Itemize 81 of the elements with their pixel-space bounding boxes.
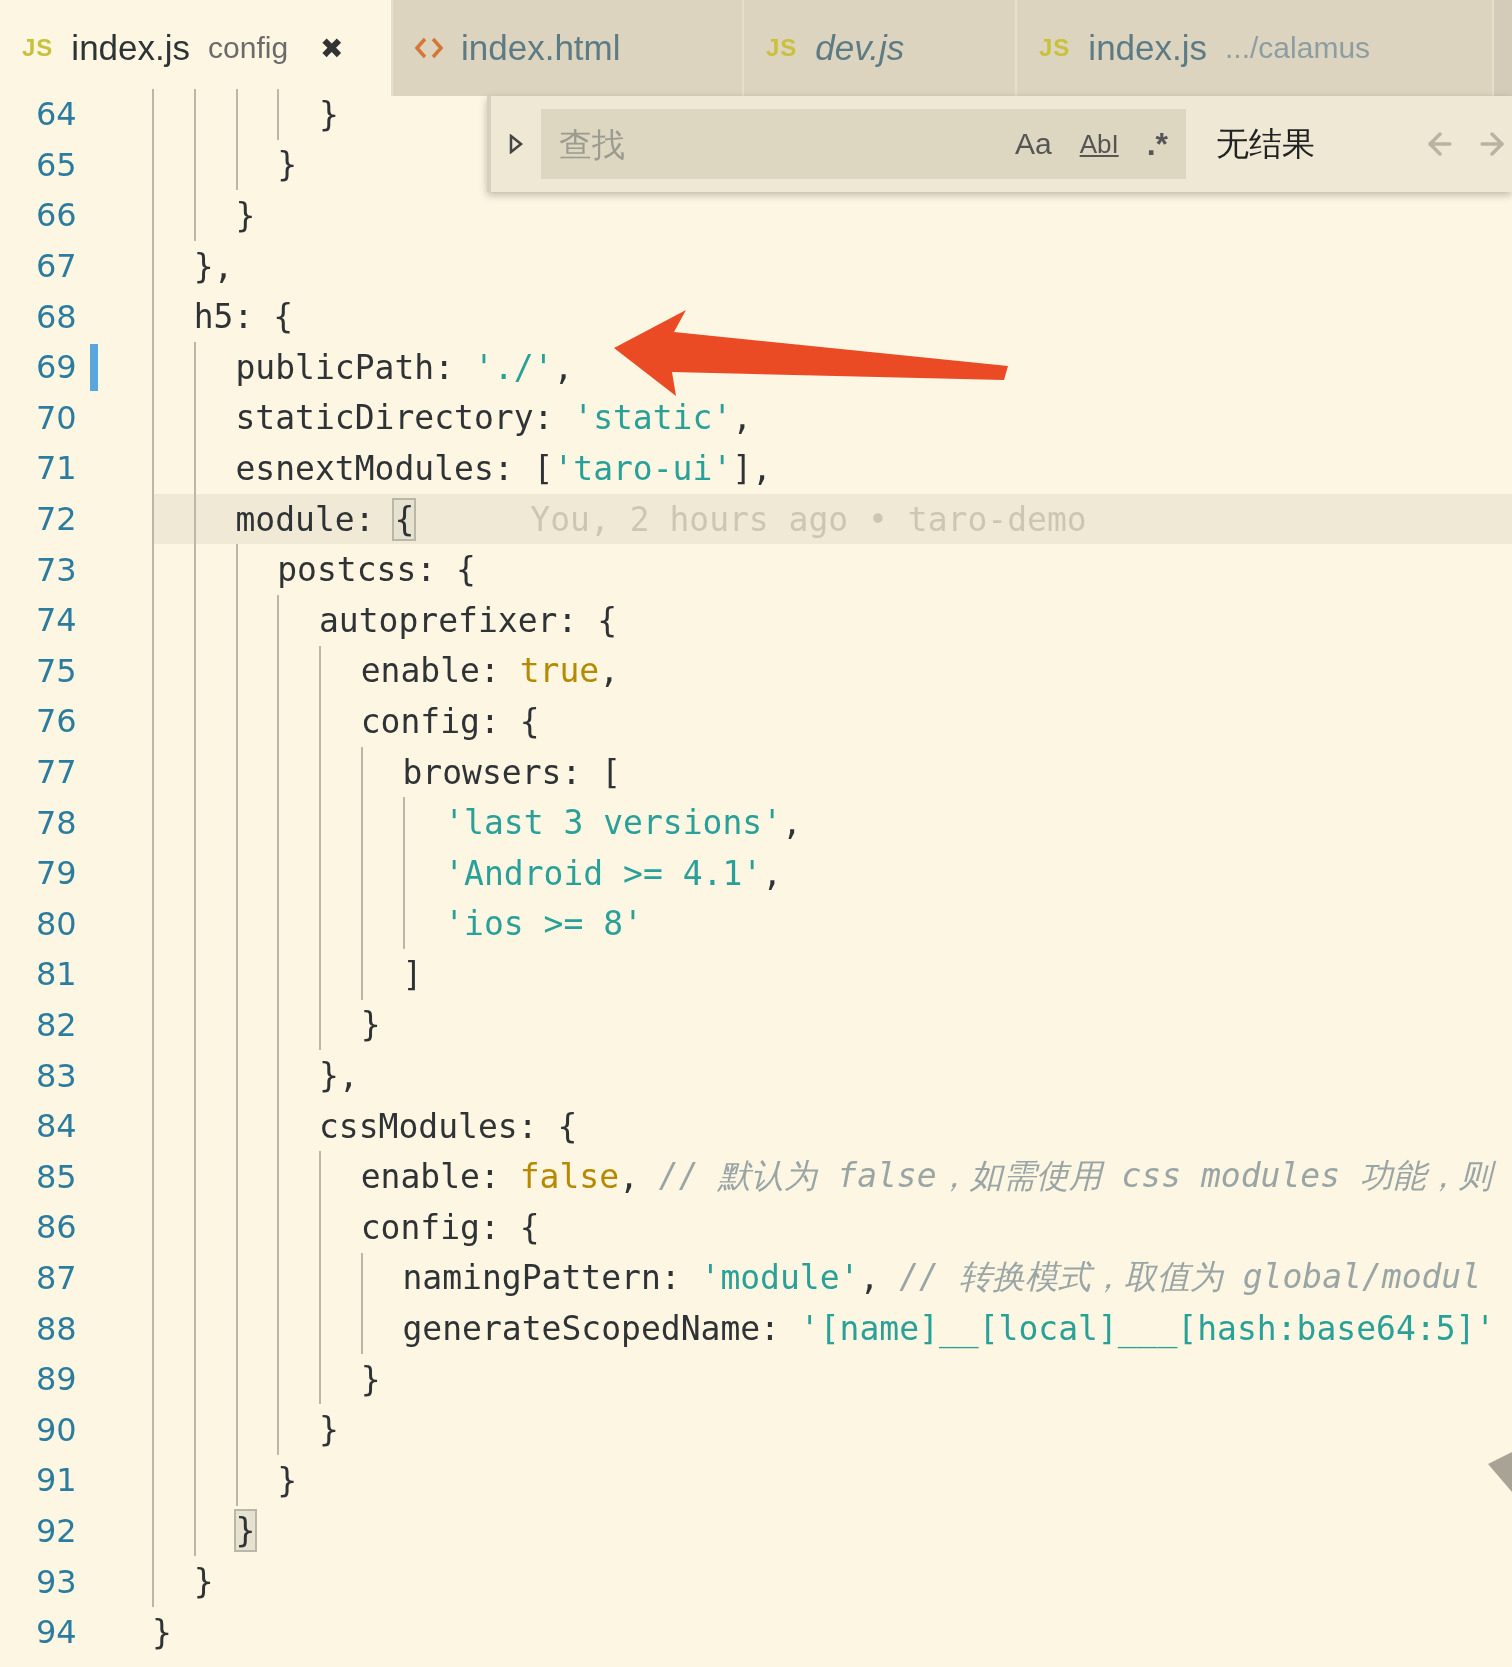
tab-description: config [208,31,289,65]
code-line: h5: { [152,291,294,342]
line-number: 64 [36,95,77,134]
js-file-icon: JS [1039,34,1071,62]
code-line: 'ios >= 8' [152,898,643,950]
close-button[interactable]: ✖ [320,31,344,65]
search-option-toggle[interactable]: AbI [1073,124,1125,164]
line-number: 88 [36,1309,77,1348]
line-number: 78 [36,803,77,842]
line-number: 79 [36,854,77,893]
search-option-toggle[interactable]: .* [1140,121,1174,167]
code-line: config: { [152,696,540,747]
line-number: 66 [36,196,77,235]
code-line: }, [152,1050,359,1101]
code-line: } [152,139,298,191]
code-line: generateScopedName: '[name]__[local]___[hash:base64:5]' [152,1303,1496,1354]
code-line: } [152,1404,339,1456]
code-line: enable: true, [152,645,620,697]
editor-tab[interactable]: JS dev.js [744,0,1017,96]
editor-tab[interactable]: index.html [393,0,744,96]
code-line: }, [152,240,234,292]
line-number: 85 [36,1157,77,1196]
line-number: 92 [36,1511,77,1550]
line-number: 73 [36,550,77,589]
code-line: } [152,1353,381,1405]
code-line: module: { [152,493,415,545]
code-line: } [152,190,256,241]
code-line: } [152,1455,298,1506]
code-line: ] [152,949,423,1000]
line-number: 68 [36,297,77,336]
line-number: 72 [36,500,77,539]
line-number: 91 [36,1461,77,1500]
code-line: cssModules: { [152,1100,578,1152]
line-number: 89 [36,1360,77,1399]
code-line: namingPattern: 'module', // 转换模式，取值为 global/modul [152,1252,1482,1304]
line-number: 77 [36,753,77,791]
line-number: 76 [36,702,77,741]
line-number: 81 [36,955,77,994]
code-line: config: { [152,1202,540,1253]
line-number: 69 [36,348,77,387]
line-number: 70 [36,398,77,437]
editor-tab[interactable]: JS index.js .../calamus [1017,0,1494,96]
code-line: } [152,1556,214,1607]
line-number: 65 [36,145,77,184]
line-number: 71 [36,449,77,488]
code-line: staticDirectory: 'static', [152,392,753,444]
js-file-icon: JS [766,34,798,62]
code-line: } [152,1505,256,1557]
code-line: publicPath: './', [152,341,574,393]
code-brackets-icon [415,36,443,60]
code-line: postcss: { [152,544,476,595]
search-option-toggle[interactable]: Aa [1008,123,1058,165]
code-line: } [152,1611,172,1654]
line-number: 87 [36,1258,77,1297]
code-line: 'last 3 versions', [152,797,802,848]
line-number: 82 [36,1006,77,1044]
line-number: 84 [36,1107,77,1146]
tab-title: index.js [71,28,191,68]
tab-title: index.js [1088,28,1208,68]
line-number: 74 [36,601,77,640]
line-number: 75 [36,651,77,690]
tab-title: dev.js [815,28,905,68]
line-number: 86 [36,1208,77,1247]
line-number: 83 [36,1056,77,1095]
expand-icon[interactable] [509,134,523,154]
code-line: } [152,999,381,1051]
search-result-text: 无结果 [1216,122,1315,165]
line-number: 94 [36,1613,77,1652]
tab-title: index.html [461,28,621,68]
search-field[interactable]: 查找 Aa AbI .* [541,109,1186,179]
line-number: 90 [36,1410,77,1449]
line-number: 67 [36,247,77,286]
code-line: 'Android >= 4.1', [152,847,782,899]
tab-description: .../calamus [1225,31,1371,65]
editor-tab[interactable]: JS index.js config ✖ [0,0,393,96]
js-file-icon: JS [22,34,54,62]
code-line: browsers: [ [152,746,622,798]
line-number: 93 [36,1562,77,1601]
cursor-icon [1488,1452,1512,1492]
code-line: autoprefixer: { [152,594,617,646]
line-number: 80 [36,904,77,943]
